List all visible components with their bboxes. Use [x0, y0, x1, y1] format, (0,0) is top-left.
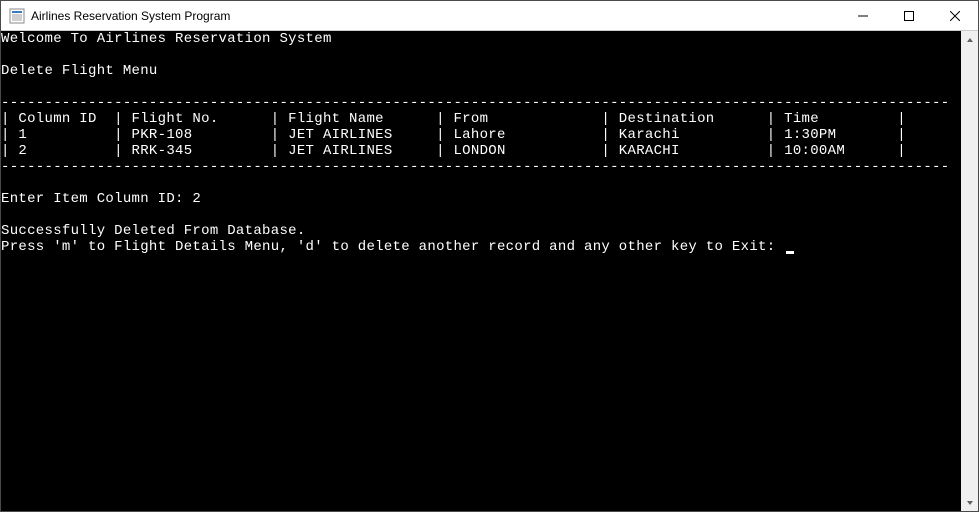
- window-controls: [840, 1, 978, 30]
- window-title: Airlines Reservation System Program: [31, 9, 840, 23]
- titlebar: Airlines Reservation System Program: [1, 1, 978, 31]
- client-area: Welcome To Airlines Reservation System D…: [1, 31, 978, 511]
- scrollbar-track[interactable]: [961, 48, 978, 494]
- minimize-button[interactable]: [840, 1, 886, 30]
- app-window: Airlines Reservation System Program Welc…: [0, 0, 979, 512]
- close-button[interactable]: [932, 1, 978, 30]
- vertical-scrollbar[interactable]: [961, 31, 978, 511]
- maximize-button[interactable]: [886, 1, 932, 30]
- app-icon: [9, 8, 25, 24]
- console-output[interactable]: Welcome To Airlines Reservation System D…: [1, 31, 961, 511]
- scroll-up-button[interactable]: [961, 31, 978, 48]
- text-cursor: [786, 251, 794, 254]
- scroll-down-button[interactable]: [961, 494, 978, 511]
